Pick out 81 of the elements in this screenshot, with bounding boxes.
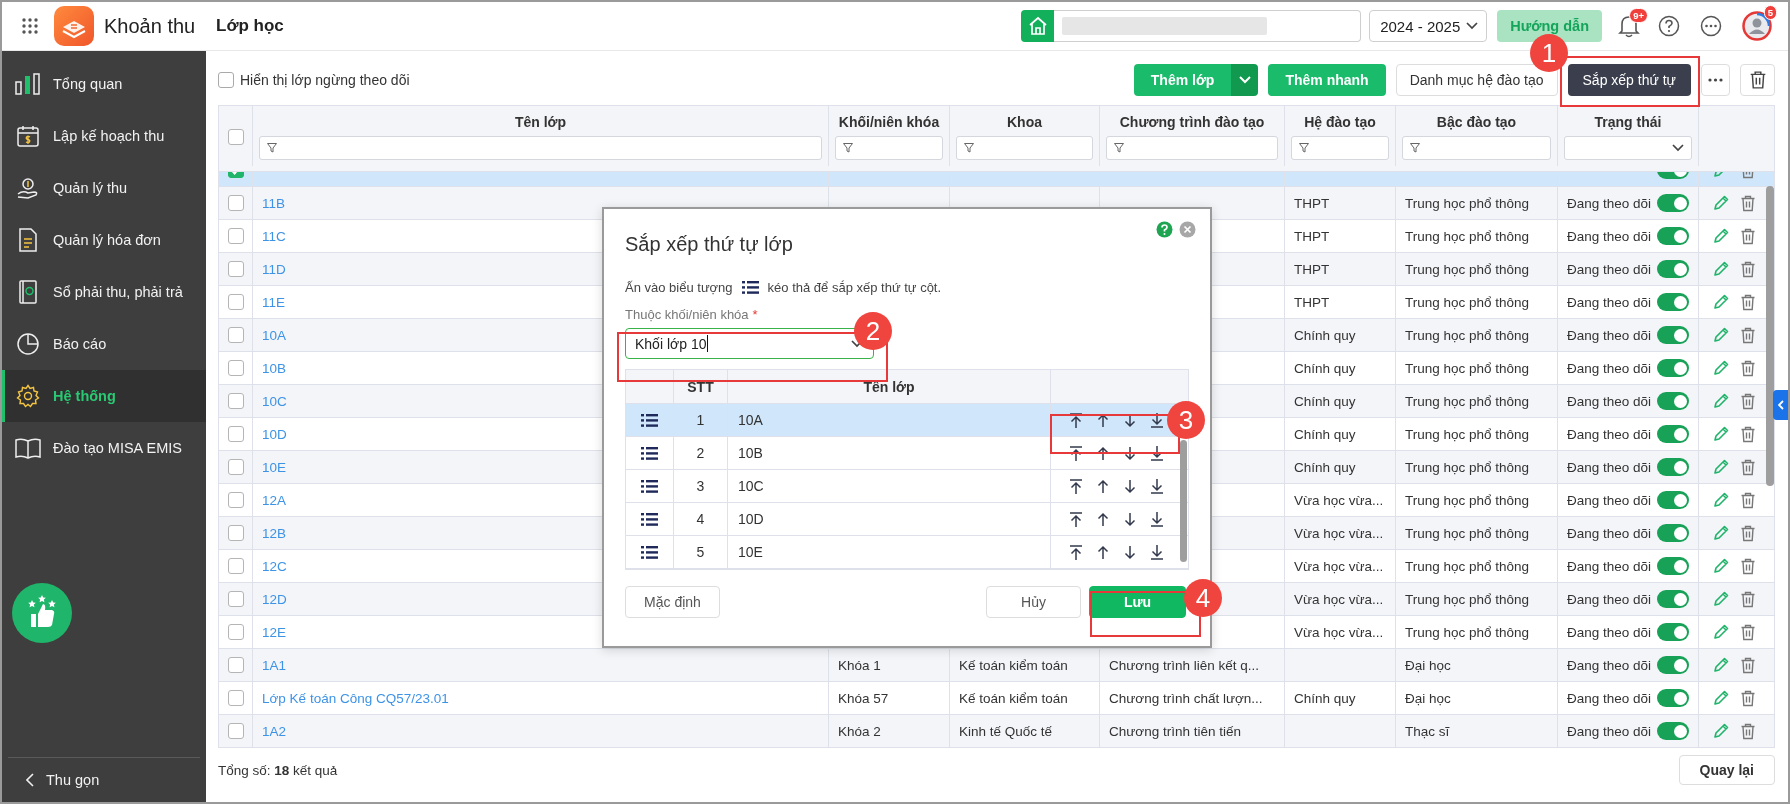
table-cell: Khóa 2 [838,723,881,739]
table-cell: THPT [1294,261,1330,277]
table-cell: Trung học phổ thông [1405,426,1530,442]
table-cell: Vừa học vừa... [1294,624,1384,640]
table-cell: Chương trình chất lượn... [1109,690,1263,706]
status-text: Đang theo dõi [1567,657,1652,673]
table-cell: Trung học phổ thông [1405,195,1530,211]
status-text: Đang theo dõi [1567,195,1652,211]
table-cell: Thạc sĩ [1405,723,1450,739]
table-cell: 10A [738,412,763,428]
table-cell: 10D [738,511,764,527]
table-cell: 1 [696,412,705,428]
table-cell: Kế toán kiểm toán [959,657,1068,673]
table-cell: Vừa học vừa... [1294,591,1384,607]
table-cell: Chương trình tiên tiến [1109,723,1241,739]
table-cell: Đại học [1405,657,1451,673]
table-cell: Chính quy [1294,690,1356,706]
table-cell: Chính quy [1294,426,1356,442]
table-cell: Kinh tế Quốc tế [959,723,1053,739]
total-count: Tổng số: 18 kết quả [218,762,338,778]
table-cell: Trung học phổ thông [1405,228,1530,244]
table-cell: Trung học phổ thông [1405,492,1530,508]
page-title: Lớp học [216,16,284,36]
table-cell: Trung học phổ thông [1405,261,1530,277]
hint-text: kéo thả để sắp xếp thứ tự cột. [767,280,942,295]
status-text: Đang theo dõi [1567,261,1652,277]
table-cell: Trung học phổ thông [1405,393,1530,409]
status-text: Đang theo dõi [1567,690,1652,706]
column-header: Tên lớp [863,378,915,395]
table-cell: Kế toán kiểm toán [959,690,1068,706]
table-cell: 5 [696,544,705,560]
table-cell: Trung học phổ thông [1405,360,1530,376]
table-cell: Khóa 1 [838,657,881,673]
status-text: Đang theo dõi [1567,327,1652,343]
required-mark: * [752,307,758,322]
table-cell: THPT [1294,195,1330,211]
table-cell: Trung học phổ thông [1405,294,1530,310]
table-cell: Trung học phổ thông [1405,525,1530,541]
table-cell: Chính quy [1294,393,1356,409]
table-cell: Khóa 57 [838,690,889,706]
table-cell: Trung học phổ thông [1405,624,1530,640]
status-text: Đang theo dõi [1567,525,1652,541]
table-cell: 10C [738,478,764,494]
table-cell: Trung học phổ thông [1405,327,1530,343]
notification-badge: 9+ [1629,8,1648,23]
status-text: Đang theo dõi [1567,426,1652,442]
status-text: Đang theo dõi [1567,624,1652,640]
avatar-badge: 5 [1763,5,1777,20]
table-cell: Chương trình liên kết q... [1109,657,1259,673]
table-cell: Chính quy [1294,360,1356,376]
table-cell: Đại học [1405,690,1451,706]
status-text: Đang theo dõi [1567,393,1652,409]
status-text: Đang theo dõi [1567,723,1652,739]
status-text: Đang theo dõi [1567,459,1652,475]
table-cell: 10B [738,445,763,461]
table-cell: Chính quy [1294,459,1356,475]
hint-text: Ấn vào biểu tượng [625,280,733,295]
app-title: Khoản thu [104,14,197,38]
status-text: Đang theo dõi [1567,228,1652,244]
table-cell: 2 [696,445,705,461]
checkbox-label: Hiển thị lớp ngừng theo dõi [240,71,410,88]
status-text: Đang theo dõi [1567,294,1652,310]
table-cell: THPT [1294,228,1330,244]
table-cell: Vừa học vừa... [1294,492,1384,508]
status-text: Đang theo dõi [1567,360,1652,376]
table-cell: Vừa học vừa... [1294,525,1384,541]
table-cell: Trung học phổ thông [1405,459,1530,475]
status-text: Đang theo dõi [1567,492,1652,508]
table-cell: Vừa học vừa... [1294,558,1384,574]
status-text: Đang theo dõi [1567,558,1652,574]
status-text: Đang theo dõi [1567,591,1652,607]
table-cell: 4 [696,511,705,527]
field-label: Thuộc khối/niên khóa [625,307,749,322]
dialog-title: Sắp xếp thứ tự lớp [625,233,793,256]
column-header: STT [687,378,714,395]
table-cell: Chính quy [1294,327,1356,343]
table-cell: Trung học phổ thông [1405,591,1530,607]
table-cell: Trung học phổ thông [1405,558,1530,574]
table-cell: 10E [738,544,763,560]
table-cell: 3 [696,478,705,494]
table-cell: THPT [1294,294,1330,310]
